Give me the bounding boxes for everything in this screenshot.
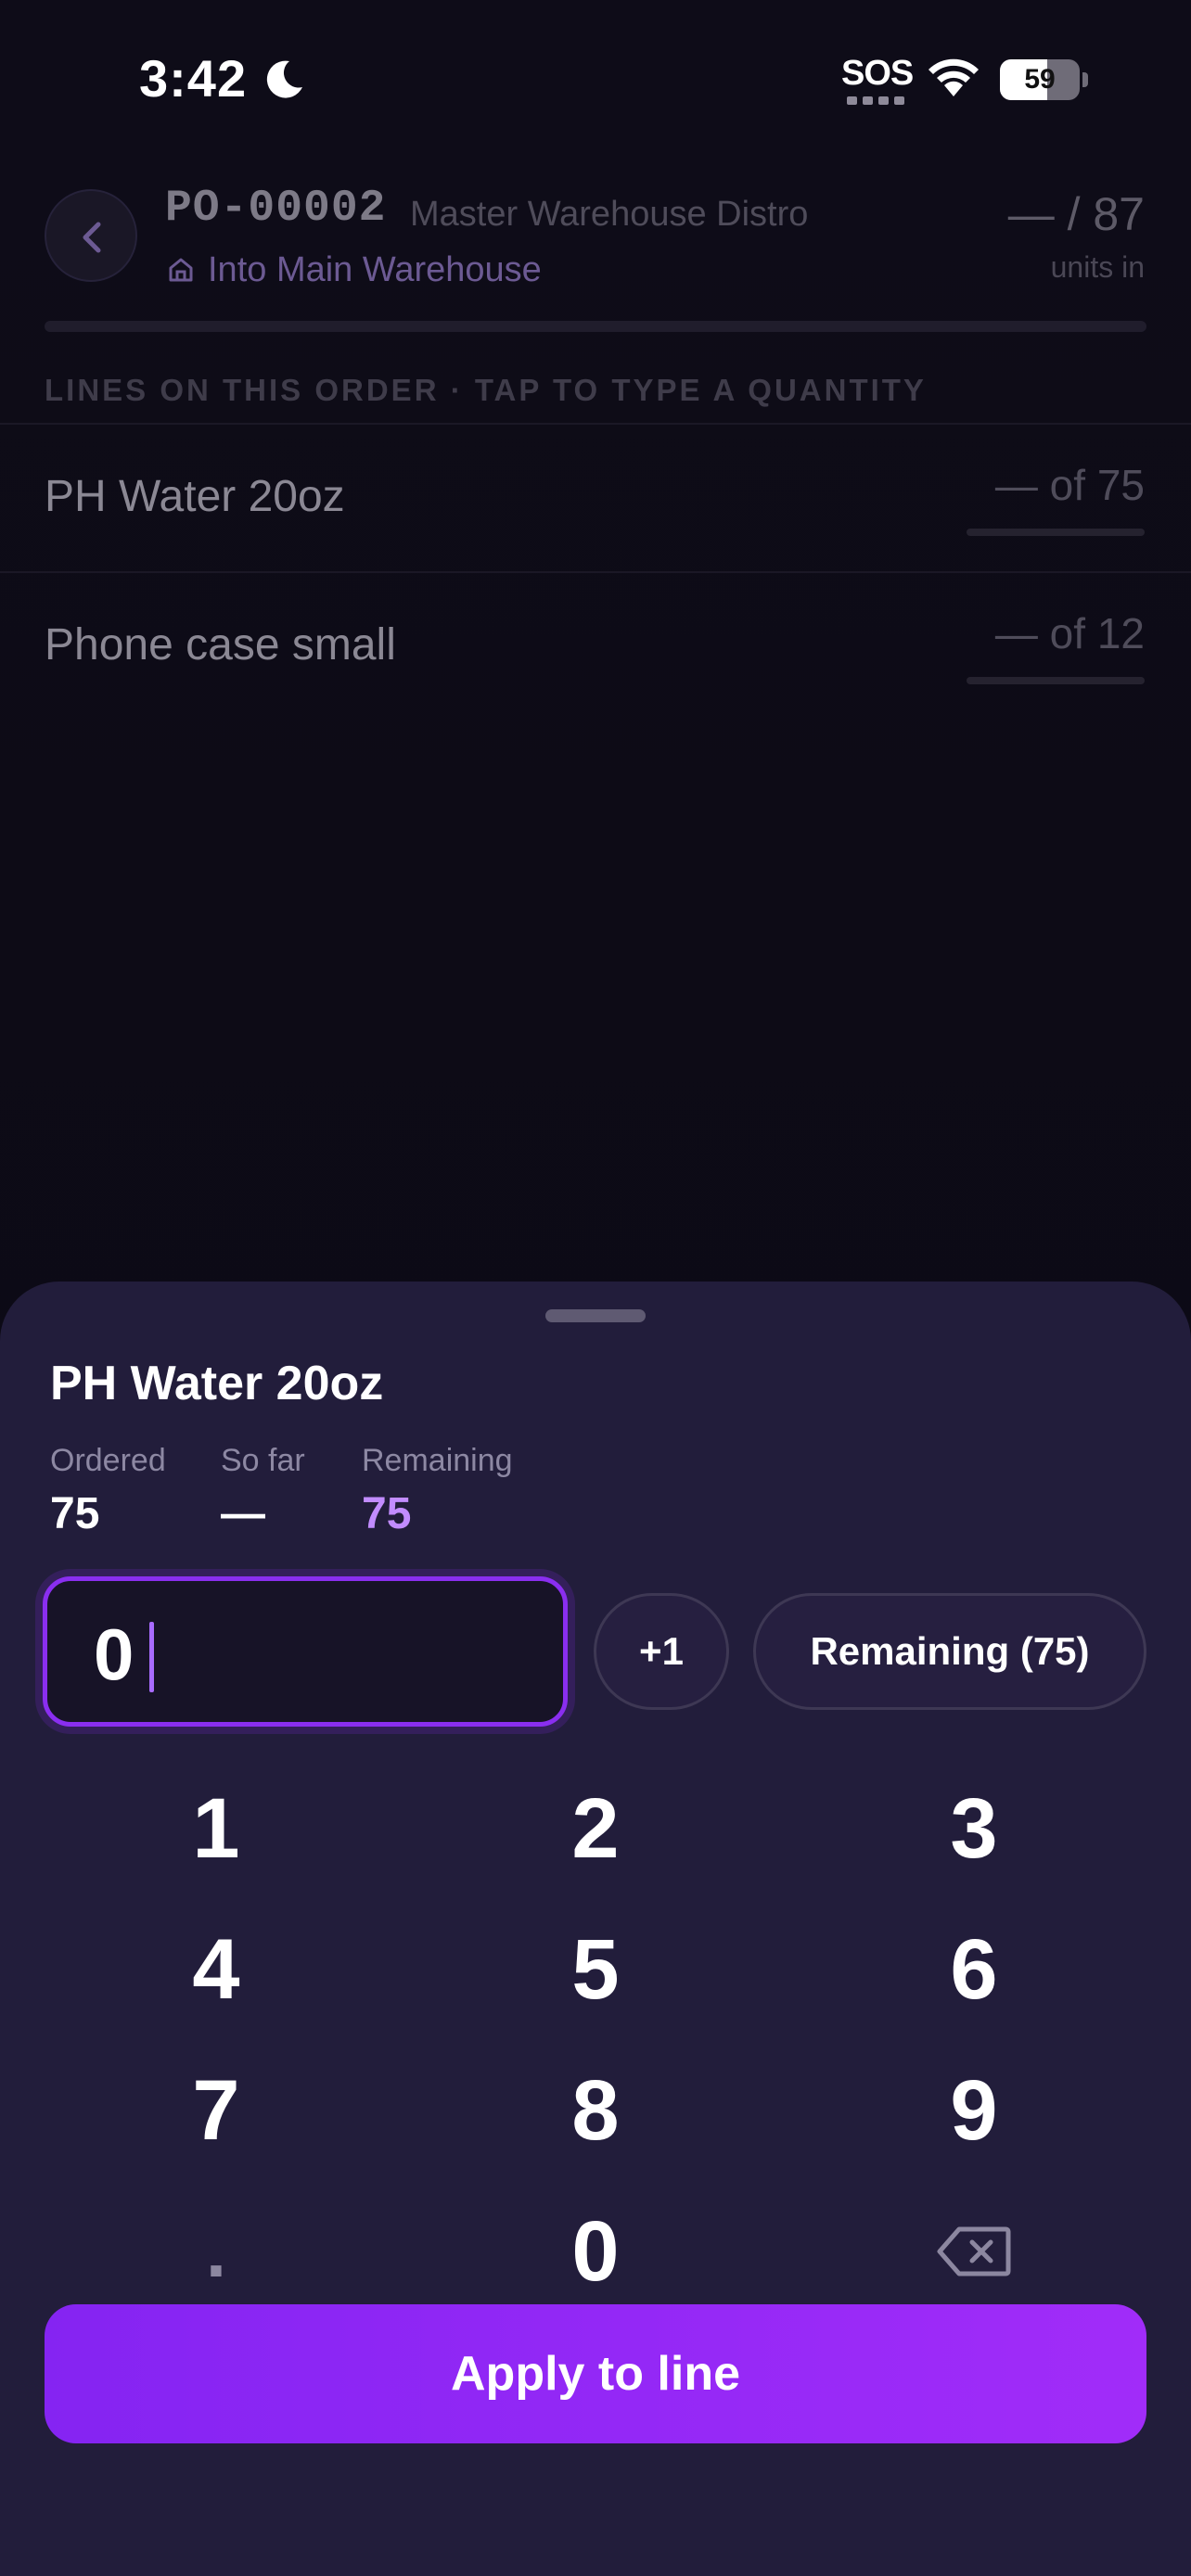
stat-so-far-value: — (221, 1489, 265, 1538)
wifi-icon (928, 58, 979, 96)
key-8[interactable]: 8 (456, 2046, 735, 2175)
sheet-title: PH Water 20oz (50, 1357, 384, 1410)
stat-so-far-label: So far (221, 1443, 305, 1478)
receive-progress-bar (45, 321, 1146, 332)
moon-icon (266, 60, 302, 98)
supplier-name: Master Warehouse Distro (410, 195, 809, 234)
status-bar: 3:42 SOS 59 (0, 0, 1191, 158)
signal-dots (847, 96, 908, 106)
units-label: units in (1050, 250, 1145, 284)
backspace-icon (937, 2226, 1011, 2276)
stat-remaining-value: 75 (362, 1489, 412, 1538)
line-name: Phone case small (45, 620, 396, 670)
quantity-sheet: PH Water 20oz Ordered 75 So far — Remain… (0, 1282, 1191, 2576)
order-line-row[interactable]: PH Water 20oz — of 75 (0, 423, 1191, 571)
sos-label: SOS (841, 54, 914, 93)
battery-icon: 59 (1000, 59, 1089, 100)
stat-ordered-label: Ordered (50, 1443, 166, 1478)
key-5[interactable]: 5 (456, 1905, 735, 2034)
destination-row: Into Main Warehouse (167, 247, 542, 293)
plus-one-button[interactable]: +1 (594, 1593, 729, 1710)
po-number: PO-00002 (165, 184, 387, 234)
key-decimal[interactable]: . (77, 2187, 355, 2316)
stat-so-far: So far — (221, 1443, 305, 1539)
battery-level: 59 (1024, 64, 1056, 95)
fill-remaining-button[interactable]: Remaining (75) (753, 1593, 1146, 1710)
line-quantity-underline (967, 529, 1145, 536)
key-6[interactable]: 6 (835, 1905, 1113, 2034)
stat-ordered-value: 75 (50, 1489, 100, 1538)
apply-to-line-button[interactable]: Apply to line (45, 2304, 1146, 2443)
line-quantity[interactable]: — of 75 (995, 460, 1145, 510)
stat-remaining-label: Remaining (362, 1443, 513, 1478)
key-7[interactable]: 7 (77, 2046, 355, 2175)
sheet-grabber[interactable] (545, 1309, 646, 1322)
line-name: PH Water 20oz (45, 472, 345, 521)
status-time: 3:42 (139, 49, 248, 108)
warehouse-icon (169, 258, 193, 282)
screen: 3:42 SOS 59 PO-00002 Master Warehouse Di… (0, 0, 1191, 2576)
quantity-value: 0 (94, 1613, 134, 1695)
key-4[interactable]: 4 (77, 1905, 355, 2034)
text-caret (149, 1622, 154, 1692)
line-quantity-underline (967, 677, 1145, 684)
stat-ordered: Ordered 75 (50, 1443, 166, 1539)
key-1[interactable]: 1 (77, 1764, 355, 1894)
destination-label: Into Main Warehouse (208, 249, 542, 289)
units-count: — / 87 (1007, 188, 1145, 240)
quantity-input[interactable]: 0 (43, 1576, 568, 1727)
back-button[interactable] (45, 189, 137, 282)
order-line-row[interactable]: Phone case small — of 12 (0, 571, 1191, 720)
chevron-left-icon (83, 222, 101, 253)
key-3[interactable]: 3 (835, 1764, 1113, 1894)
key-0[interactable]: 0 (456, 2187, 735, 2316)
key-2[interactable]: 2 (456, 1764, 735, 1894)
backspace-key[interactable] (835, 2187, 1113, 2316)
line-quantity[interactable]: — of 12 (995, 608, 1145, 658)
section-label: LINES ON THIS ORDER · TAP TO TYPE A QUAN… (45, 373, 927, 407)
stat-remaining: Remaining 75 (362, 1443, 513, 1539)
key-9[interactable]: 9 (835, 2046, 1113, 2175)
